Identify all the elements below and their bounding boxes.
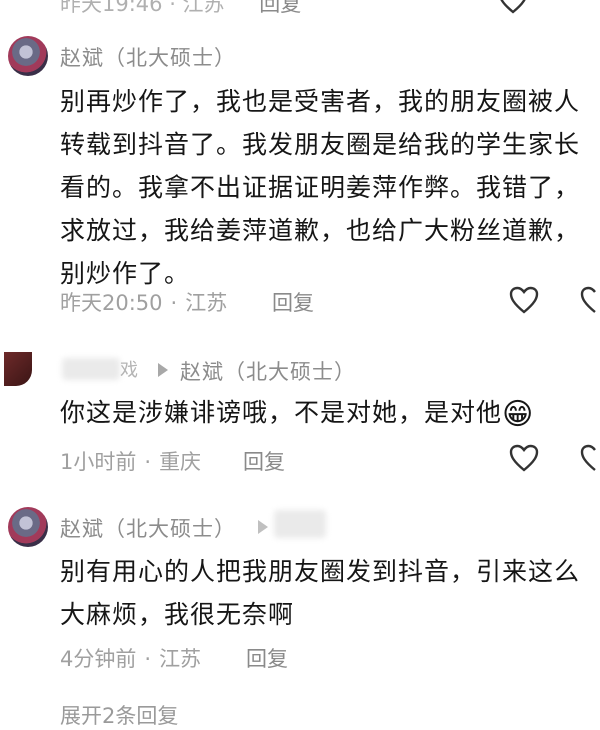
reply-arrow-icon [158,363,168,377]
previous-comment-meta: 昨天19:46 · 江苏 回复 [60,0,301,18]
dislike-icon[interactable] [580,444,600,472]
comment-text: 别有用心的人把我朋友圈发到抖音，引来这么 大麻烦，我很无奈啊 [60,557,581,629]
redacted-username [274,510,326,538]
reply-button[interactable]: 回复 [243,446,285,476]
comment-author[interactable]: 赵斌（北大硕士） [60,513,236,543]
grinning-face-icon: 😁 [502,397,535,432]
heart-outline-icon[interactable] [509,444,539,472]
reply-button[interactable]: 回复 [272,287,314,317]
comment-meta: 4分钟前 · 江苏 [60,647,202,671]
dislike-icon[interactable] [580,286,600,314]
comment-meta: 1小时前 · 重庆 [60,450,202,474]
heart-outline-icon[interactable] [498,0,528,14]
previous-reply-button[interactable]: 回复 [259,0,301,16]
avatar[interactable] [8,36,48,76]
comment-meta: 昨天20:50 · 江苏 [60,291,228,315]
heart-outline-icon[interactable] [509,286,539,314]
reply-arrow-icon [258,520,268,534]
avatar[interactable] [8,507,48,547]
comment-text: 别再炒作了，我也是受害者，我的朋友圈被人 转载到抖音了。我发朋友圈是给我的学生家… [60,87,581,288]
redacted-username [62,358,120,380]
comment-author[interactable]: 赵斌（北大硕士） [60,42,236,72]
reply-button[interactable]: 回复 [246,643,288,673]
comment-author-partial[interactable]: 戏 [120,356,139,382]
comment-text: 你这是涉嫌诽谤哦，不是对她，是对他😁 [60,397,535,432]
reply-to-author[interactable]: 赵斌（北大硕士） [180,356,356,386]
avatar[interactable] [4,352,32,386]
expand-replies-button[interactable]: 展开2条回复 [60,700,178,730]
